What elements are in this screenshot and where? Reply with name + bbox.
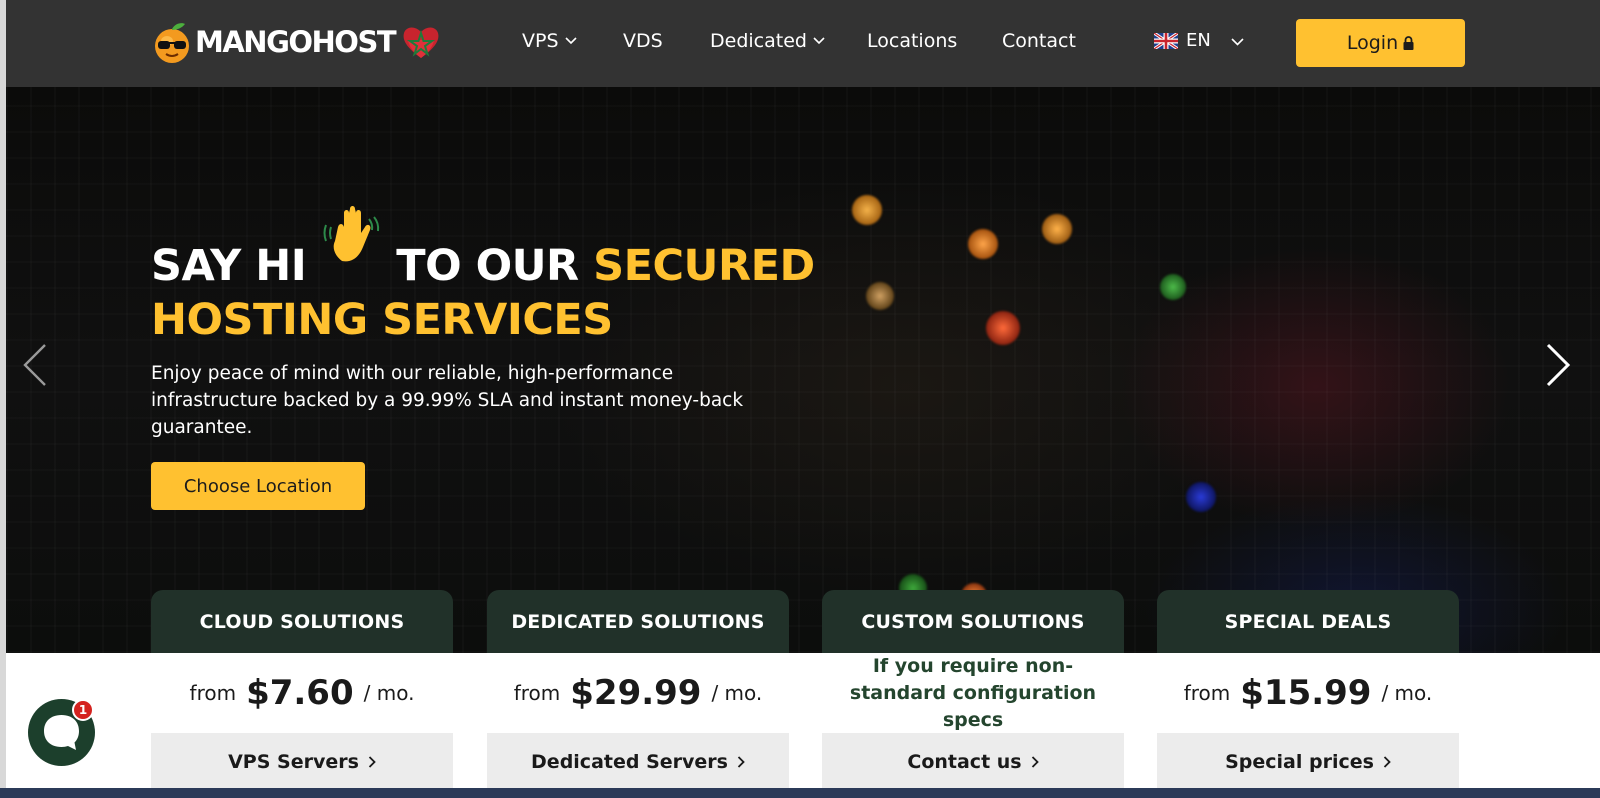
card-link-label: Dedicated Servers (531, 750, 728, 773)
chevron-right-icon (1383, 755, 1391, 768)
bokeh-light (968, 229, 998, 259)
card-title: SPECIAL DEALS (1157, 590, 1459, 653)
hero-description: Enjoy peace of mind with our reliable, h… (151, 363, 744, 438)
card-cloud-solutions: CLOUD SOLUTIONS from $7.60 / mo. VPS Ser… (151, 590, 453, 790)
hero-title-accent-2: HOSTING SERVICES (151, 295, 613, 345)
nav-item-contact[interactable]: Contact (1002, 30, 1076, 52)
card-price: from $15.99 / mo. (1157, 653, 1459, 733)
chevron-down-icon (813, 37, 825, 45)
nav-item-label: Dedicated (710, 30, 807, 52)
login-button[interactable]: Login (1296, 19, 1465, 67)
price-value: $15.99 (1240, 673, 1372, 713)
hero-title-part1: SAY HI (151, 241, 307, 291)
lock-icon (1403, 36, 1414, 50)
choose-location-button[interactable]: Choose Location (151, 462, 365, 510)
chat-notification-badge: 1 (72, 699, 94, 721)
bokeh-light (986, 311, 1020, 345)
bokeh-light (852, 195, 882, 225)
price-value: $7.60 (246, 673, 354, 713)
card-special-deals: SPECIAL DEALS from $15.99 / mo. Special … (1157, 590, 1459, 790)
price-from: from (189, 681, 237, 705)
price-period: / mo. (711, 681, 763, 705)
price-period: / mo. (1381, 681, 1433, 705)
card-custom-solutions: CUSTOM SOLUTIONS If you require non-stan… (822, 590, 1124, 790)
hero-banner: SAY HI TO OUR SECURED HOSTING SERVICES En… (6, 87, 1600, 653)
nav-item-vds[interactable]: VDS (623, 30, 663, 52)
card-custom-text: If you require non-standard configuratio… (822, 653, 1124, 733)
dedicated-servers-link[interactable]: Dedicated Servers (487, 733, 789, 790)
heart-flag-icon (403, 27, 439, 58)
taskbar-edge (0, 788, 1600, 798)
hero-title: SAY HI TO OUR SECURED HOSTING SERVICES (151, 239, 851, 347)
price-period: / mo. (363, 681, 415, 705)
arrow-right-icon[interactable] (1544, 342, 1574, 388)
custom-solutions-text: If you require non-standard configuratio… (849, 654, 1097, 731)
price-value: $29.99 (570, 673, 702, 713)
bokeh-light (1186, 482, 1216, 512)
card-title: CLOUD SOLUTIONS (151, 590, 453, 653)
bokeh-light (1042, 214, 1072, 244)
card-link-label: Contact us (907, 750, 1022, 773)
brand-name: MANGOHOST (195, 25, 397, 59)
waving-hand-icon (323, 206, 380, 262)
card-title: CUSTOM SOLUTIONS (822, 590, 1124, 653)
card-price: from $7.60 / mo. (151, 653, 453, 733)
card-link-label: Special prices (1225, 750, 1374, 773)
chevron-down-icon (564, 37, 577, 45)
language-selector[interactable]: EN (1154, 30, 1211, 51)
card-dedicated-solutions: DEDICATED SOLUTIONS from $29.99 / mo. De… (487, 590, 789, 790)
chevron-right-icon (1031, 755, 1039, 768)
chevron-right-icon (737, 755, 745, 768)
contact-us-link[interactable]: Contact us (822, 733, 1124, 790)
hero-title-part2: TO OUR (396, 241, 579, 291)
chevron-right-icon (368, 755, 376, 768)
chevron-down-icon[interactable] (1231, 38, 1244, 46)
nav-item-label: VDS (623, 30, 663, 52)
bokeh-light (866, 282, 894, 310)
card-price: from $29.99 / mo. (487, 653, 789, 733)
uk-flag-icon (1154, 32, 1178, 49)
nav-item-label: VPS (522, 30, 559, 52)
nav-item-vps[interactable]: VPS (522, 30, 577, 52)
page: MANGOHOST VPS VDS Dedicated Locations Co… (0, 0, 1600, 798)
bokeh-light (1160, 274, 1186, 300)
card-title: DEDICATED SOLUTIONS (487, 590, 789, 653)
vps-servers-link[interactable]: VPS Servers (151, 733, 453, 790)
nav-item-dedicated[interactable]: Dedicated (710, 30, 825, 52)
nav-item-locations[interactable]: Locations (867, 30, 957, 52)
nav-item-label: Locations (867, 30, 958, 52)
arrow-left-icon[interactable] (19, 342, 49, 388)
choose-location-label: Choose Location (183, 475, 333, 497)
hero-title-accent-1: SECURED (593, 241, 815, 291)
login-label: Login (1346, 32, 1399, 54)
nav-item-label: Contact (1002, 30, 1076, 52)
language-label: EN (1186, 30, 1211, 51)
price-from: from (1183, 681, 1231, 705)
brand-logo[interactable]: MANGOHOST (152, 16, 441, 68)
special-prices-link[interactable]: Special prices (1157, 733, 1459, 790)
card-link-label: VPS Servers (228, 750, 359, 773)
site-header: MANGOHOST VPS VDS Dedicated Locations Co… (6, 0, 1600, 87)
price-from: from (513, 681, 561, 705)
mango-logo-icon (155, 23, 189, 63)
